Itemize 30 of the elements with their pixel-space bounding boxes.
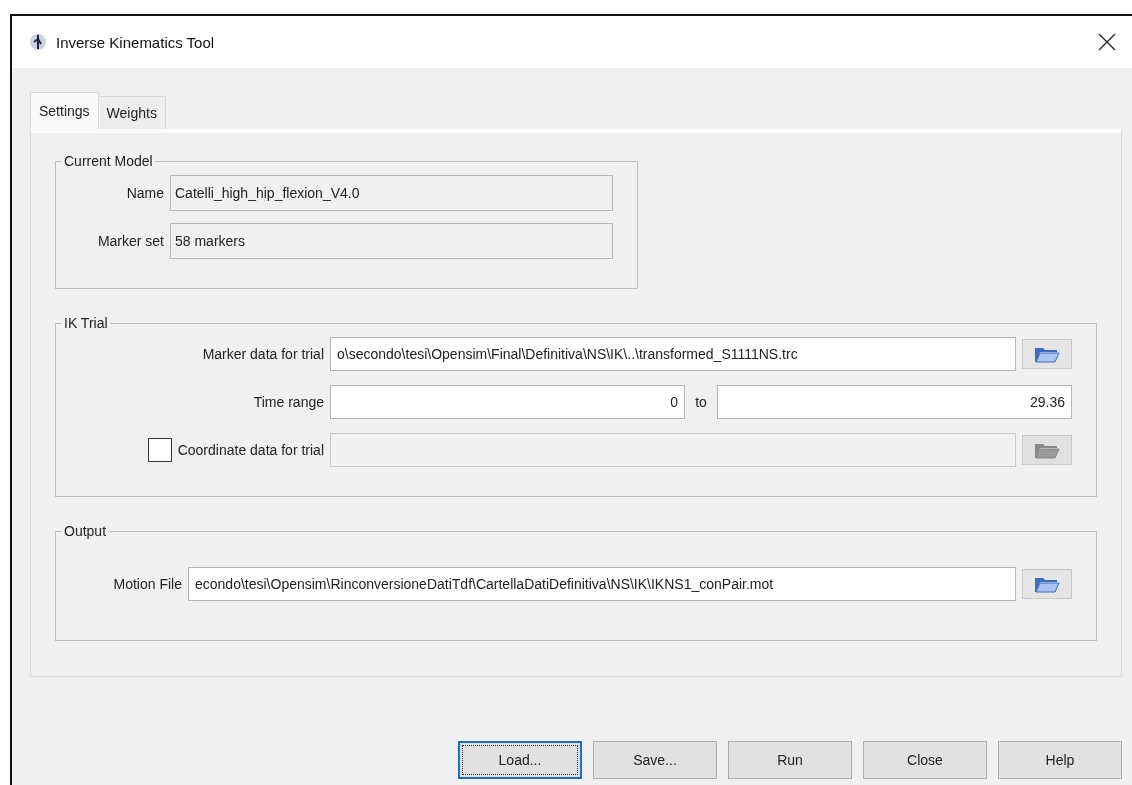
- close-button[interactable]: [1096, 31, 1118, 53]
- app-icon: [28, 32, 48, 52]
- field-label: Marker set: [96, 233, 164, 249]
- dialog-button[interactable]: Run: [728, 741, 852, 779]
- folder-icon: [1034, 575, 1060, 593]
- dialog-button[interactable]: Load...: [458, 741, 582, 779]
- end-time-field[interactable]: 29.36: [716, 385, 1072, 419]
- group-title: Output: [63, 523, 108, 539]
- field-label: Motion File: [112, 576, 182, 592]
- file-path-field[interactable]: econdo\tesi\Opensim\RinconversioneDatiTdf\CartellaDatiDefinitiva\NS\IK\IKNS1_conPair.mot: [188, 567, 1016, 601]
- group-title: Current Model: [63, 153, 154, 169]
- group-title: IK Trial: [63, 315, 109, 331]
- dialog-button[interactable]: Close: [863, 741, 987, 779]
- range-separator: to: [694, 394, 708, 410]
- field-label: Time range: [252, 394, 324, 410]
- tab[interactable]: Weights: [97, 96, 166, 129]
- folder-icon: [1034, 345, 1060, 363]
- browse-button[interactable]: [1022, 339, 1072, 369]
- window-title: Inverse Kinematics Tool: [56, 33, 216, 51]
- dialog-button[interactable]: Save...: [593, 741, 717, 779]
- file-path-field[interactable]: o\secondo\tesi\Opensim\Final\Definitiva\NS\IK\..\transformed_S1111NS.trc: [330, 337, 1016, 371]
- dialog-button[interactable]: Help: [998, 741, 1122, 779]
- start-time-field[interactable]: 0: [330, 385, 686, 419]
- folder-icon: [1034, 441, 1060, 459]
- read-only-field: 58 markers: [170, 223, 613, 259]
- field-label: Name: [125, 185, 164, 201]
- tab[interactable]: Settings: [30, 92, 99, 129]
- read-only-field: Catelli_high_hip_flexion_V4.0: [170, 175, 613, 211]
- browse-button[interactable]: [1022, 569, 1072, 599]
- field-label: Marker data for trial: [201, 346, 324, 362]
